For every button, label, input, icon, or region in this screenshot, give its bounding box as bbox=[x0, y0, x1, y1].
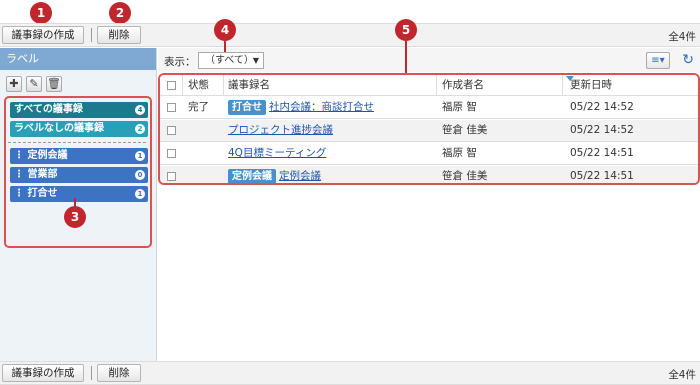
column-updated[interactable]: 更新日時 bbox=[570, 75, 612, 96]
total-count: 全4件 bbox=[668, 369, 696, 381]
toolbar-separator bbox=[91, 366, 92, 380]
row-title-link[interactable]: 定例会議 bbox=[279, 170, 321, 182]
callout-5: 5 bbox=[395, 19, 417, 41]
create-minutes-button[interactable]: 議事録の作成 bbox=[2, 364, 84, 382]
delete-button[interactable]: 削除 bbox=[97, 26, 141, 44]
column-separator bbox=[182, 75, 183, 96]
callout-line bbox=[405, 41, 407, 73]
table-row[interactable]: プロジェクト進捗会議 笹倉 佳美 05/22 14:52 bbox=[160, 120, 698, 142]
filter-label: 表示： bbox=[164, 56, 196, 68]
callout-1: 1 bbox=[30, 2, 52, 24]
column-status[interactable]: 状態 bbox=[188, 75, 209, 96]
drag-handle-icon[interactable]: ⋮ bbox=[14, 150, 27, 161]
row-updated: 05/22 14:52 bbox=[570, 101, 634, 113]
row-title-cell: 4Q目標ミーティング bbox=[228, 143, 326, 164]
refresh-icon[interactable]: ↻ bbox=[682, 52, 694, 68]
row-label-tag: 打合せ bbox=[228, 99, 266, 115]
row-author: 笹倉 佳美 bbox=[442, 124, 488, 136]
row-checkbox[interactable] bbox=[167, 103, 176, 112]
label-text: ラベルなしの議事録 bbox=[14, 123, 104, 134]
total-count: 全4件 bbox=[668, 31, 696, 43]
trash-icon[interactable]: 🗑 bbox=[46, 76, 62, 92]
row-author: 福原 智 bbox=[442, 147, 477, 159]
callout-2: 2 bbox=[109, 2, 131, 24]
drag-handle-icon[interactable]: ⋮ bbox=[14, 188, 27, 199]
select-all-checkbox[interactable] bbox=[167, 81, 176, 90]
top-toolbar: 議事録の作成 削除 全4件 bbox=[0, 23, 700, 47]
row-title-cell: 定例会議 定例会議 bbox=[228, 166, 321, 183]
callout-3: 3 bbox=[64, 206, 86, 228]
row-title-link[interactable]: 4Q目標ミーティング bbox=[228, 147, 326, 159]
view-toggle-button[interactable]: ≡▾ bbox=[646, 52, 670, 69]
callout-line bbox=[74, 198, 76, 206]
chevron-down-icon: ▼ bbox=[252, 56, 259, 65]
label-text: 打合せ bbox=[27, 188, 58, 199]
filter-bar: 表示： （すべて） ▼ ≡▾ ↻ bbox=[158, 48, 700, 72]
row-updated: 05/22 14:52 bbox=[570, 124, 634, 136]
row-updated: 05/22 14:51 bbox=[570, 170, 634, 182]
row-title-cell: 打合せ 社内会議：商談打合せ bbox=[228, 97, 374, 118]
column-separator bbox=[436, 75, 437, 96]
callout-line bbox=[224, 41, 226, 52]
row-title-link[interactable]: 社内会議：商談打合せ bbox=[269, 101, 374, 113]
label-all-minutes[interactable]: すべての議事録 4 bbox=[10, 102, 148, 118]
label-count-badge: 1 bbox=[135, 189, 145, 199]
row-checkbox[interactable] bbox=[167, 126, 176, 135]
label-count-badge: 0 bbox=[135, 170, 145, 180]
table-header: 状態 議事録名 作成者名 更新日時 bbox=[160, 75, 698, 96]
label-count-badge: 4 bbox=[135, 105, 145, 115]
row-author: 笹倉 佳美 bbox=[442, 170, 488, 182]
add-icon[interactable]: ✚ bbox=[6, 76, 22, 92]
create-minutes-button[interactable]: 議事録の作成 bbox=[2, 26, 84, 44]
callout-4: 4 bbox=[214, 19, 236, 41]
label-meeting[interactable]: ⋮ 打合せ 1 bbox=[10, 186, 148, 202]
label-sidebar: ラベル ✚ ✎ 🗑 すべての議事録 4 ラベルなしの議事録 2 ⋮ 定例会議 1… bbox=[0, 48, 157, 361]
label-count-badge: 2 bbox=[135, 124, 145, 134]
row-checkbox[interactable] bbox=[167, 149, 176, 158]
toolbar-separator bbox=[91, 28, 92, 42]
label-text: 定例会議 bbox=[27, 150, 68, 161]
bottom-toolbar: 議事録の作成 削除 全4件 bbox=[0, 361, 700, 385]
table-row[interactable]: 完了 打合せ 社内会議：商談打合せ 福原 智 05/22 14:52 bbox=[160, 97, 698, 119]
label-unlabeled-minutes[interactable]: ラベルなしの議事録 2 bbox=[10, 121, 148, 137]
sidebar-title: ラベル bbox=[0, 48, 156, 70]
column-title[interactable]: 議事録名 bbox=[228, 75, 270, 96]
filter-selected-value: （すべて） bbox=[205, 55, 254, 66]
minutes-table: 状態 議事録名 作成者名 更新日時 完了 打合せ 社内会議：商談打合せ 福原 智 … bbox=[158, 73, 700, 185]
column-separator bbox=[562, 75, 563, 96]
table-row[interactable]: 4Q目標ミーティング 福原 智 05/22 14:51 bbox=[160, 143, 698, 165]
column-author[interactable]: 作成者名 bbox=[442, 75, 484, 96]
row-title-cell: プロジェクト進捗会議 bbox=[228, 120, 333, 141]
row-label-tag: 定例会議 bbox=[228, 168, 276, 183]
main-panel: 表示： （すべて） ▼ ≡▾ ↻ 状態 議事録名 作成者名 更新日時 完了 打合… bbox=[158, 48, 700, 361]
label-regular-meeting[interactable]: ⋮ 定例会議 1 bbox=[10, 148, 148, 164]
row-author: 福原 智 bbox=[442, 101, 477, 113]
edit-icon[interactable]: ✎ bbox=[26, 76, 42, 92]
drag-handle-icon[interactable]: ⋮ bbox=[14, 169, 27, 180]
label-sales-dept[interactable]: ⋮ 営業部 0 bbox=[10, 167, 148, 183]
filter-select[interactable]: （すべて） ▼ bbox=[198, 52, 264, 69]
row-checkbox[interactable] bbox=[167, 172, 176, 181]
row-status: 完了 bbox=[188, 101, 209, 113]
delete-button[interactable]: 削除 bbox=[97, 364, 141, 382]
label-divider bbox=[8, 142, 146, 143]
row-title-link[interactable]: プロジェクト進捗会議 bbox=[228, 124, 333, 136]
label-text: すべての議事録 bbox=[14, 104, 83, 115]
table-row[interactable]: 定例会議 定例会議 笹倉 佳美 05/22 14:51 bbox=[160, 166, 698, 183]
row-updated: 05/22 14:51 bbox=[570, 147, 634, 159]
column-separator bbox=[223, 75, 224, 96]
label-text: 営業部 bbox=[27, 169, 58, 180]
label-count-badge: 1 bbox=[135, 151, 145, 161]
